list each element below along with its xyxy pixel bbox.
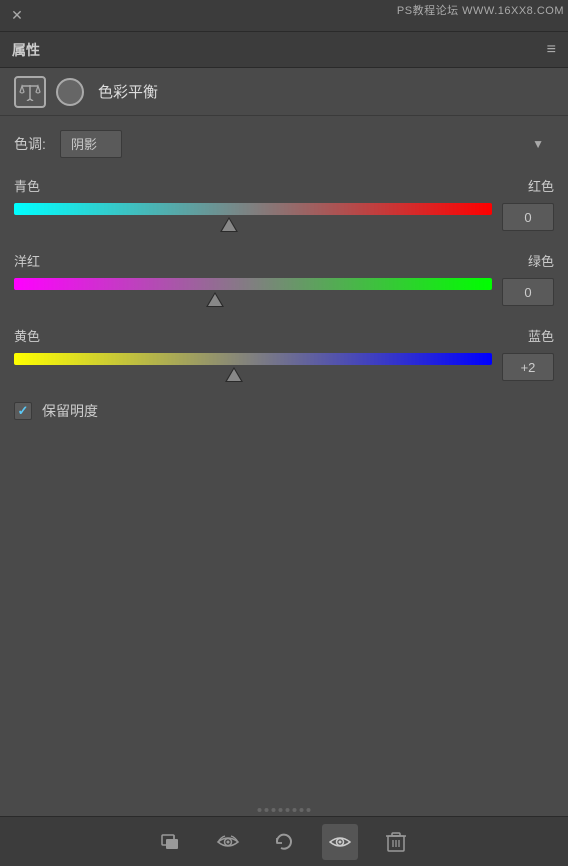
slider1-thumb[interactable] [220, 217, 238, 232]
panel-header: 属性 ≡ [0, 32, 568, 68]
preserve-luminosity-row: ✓ 保留明度 [14, 401, 554, 421]
slider-magenta-green: 洋红 绿色 [14, 251, 554, 310]
slider1-row [14, 199, 554, 235]
slider1-value[interactable] [502, 203, 554, 231]
slider3-track-wrapper[interactable] [14, 349, 492, 385]
slider2-thumb-container [14, 292, 492, 310]
slider3-thumb-container [14, 367, 492, 385]
panel-title: 属性 [12, 40, 40, 60]
clip-to-layer-button[interactable] [154, 824, 190, 860]
slider3-row [14, 349, 554, 385]
slider1-track-wrapper[interactable] [14, 199, 492, 235]
slider2-track [14, 278, 492, 290]
chevron-down-icon: ▼ [532, 137, 544, 151]
slider3-labels: 黄色 蓝色 [14, 326, 554, 345]
preserve-luminosity-label: 保留明度 [42, 401, 98, 421]
empty-space [0, 431, 568, 866]
tone-select-wrapper: 阴影 中间调 高光 ▼ [60, 130, 554, 158]
slider2-value[interactable] [502, 278, 554, 306]
tone-label: 色调: [14, 134, 50, 154]
tone-row: 色调: 阴影 中间调 高光 ▼ [14, 130, 554, 158]
menu-icon[interactable]: ≡ [547, 41, 556, 59]
slider3-value[interactable] [502, 353, 554, 381]
slider2-labels: 洋红 绿色 [14, 251, 554, 270]
slider2-track-wrapper[interactable] [14, 274, 492, 310]
slider-yellow-blue: 黄色 蓝色 [14, 326, 554, 385]
bottom-toolbar [0, 816, 568, 866]
slider2-row [14, 274, 554, 310]
visibility-button[interactable] [210, 824, 246, 860]
scales-icon [14, 76, 46, 108]
section-title: 色彩平衡 [98, 81, 158, 102]
yellow-label: 黄色 [14, 326, 40, 345]
magenta-label: 洋红 [14, 251, 40, 270]
slider1-labels: 青色 红色 [14, 176, 554, 195]
circle-icon [56, 78, 84, 106]
view-button[interactable] [322, 824, 358, 860]
preserve-luminosity-checkbox[interactable]: ✓ [14, 402, 32, 420]
checkmark-icon: ✓ [18, 403, 29, 419]
main-content: 色调: 阴影 中间调 高光 ▼ 青色 红色 [0, 116, 568, 431]
slider-cyan-red: 青色 红色 [14, 176, 554, 235]
cyan-label: 青色 [14, 176, 40, 195]
main-layout: PS教程论坛 WWW.16XX8.COM ✕ 属性 ≡ 色彩平衡 [0, 0, 568, 866]
reset-button[interactable] [266, 824, 302, 860]
slider3-thumb[interactable] [225, 367, 243, 382]
delete-button[interactable] [378, 824, 414, 860]
bottom-dots [258, 808, 311, 812]
slider3-track [14, 353, 492, 365]
slider2-thumb[interactable] [206, 292, 224, 307]
red-label: 红色 [528, 176, 554, 195]
tone-select[interactable]: 阴影 中间调 高光 [60, 130, 122, 158]
section-header: 色彩平衡 [0, 68, 568, 116]
close-icon[interactable]: ✕ [10, 9, 24, 23]
slider1-track [14, 203, 492, 215]
blue-label: 蓝色 [528, 326, 554, 345]
slider1-thumb-container [14, 217, 492, 235]
watermark: PS教程论坛 WWW.16XX8.COM [397, 2, 564, 18]
green-label: 绿色 [528, 251, 554, 270]
